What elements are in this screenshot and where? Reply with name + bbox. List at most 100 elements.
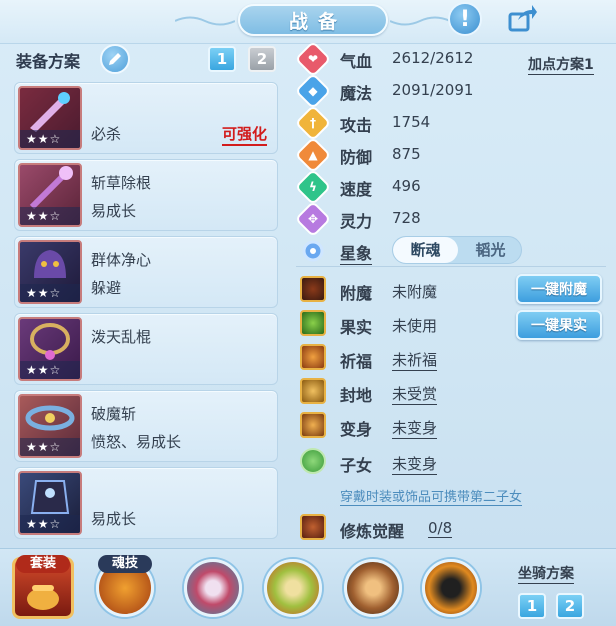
astro-link[interactable]: 星象 (340, 240, 373, 265)
fruit-value: 未使用 (392, 317, 438, 335)
stat-row-spirit: ✥ 灵力 728 (292, 200, 612, 238)
enchant-value: 未附魔 (392, 283, 438, 301)
stat-row-hp: ❤ 气血 2612/2612 加点方案1 (292, 40, 612, 78)
stats-panel: ❤ 气血 2612/2612 加点方案1 ◆ 魔法 2091/2091 † 攻击… (292, 40, 612, 550)
heart-glyph: ❤ (307, 52, 319, 66)
info-button[interactable]: ! (448, 2, 482, 36)
lightning-glyph: ϟ (309, 180, 317, 194)
skill-slot-1[interactable] (182, 557, 244, 619)
equip-slot-2[interactable]: ★★☆ 斩草除根 易成长 (14, 159, 278, 231)
child-value[interactable]: 未变身 (392, 453, 438, 475)
right-cloud-ornament (390, 16, 450, 26)
equip-name: 群体净心 (91, 251, 152, 269)
equip-effect: 必杀 (91, 125, 122, 143)
left-cloud-ornament (175, 16, 235, 26)
mount-scheme-tab-1[interactable]: 1 (518, 593, 546, 619)
equipment-list: ★★☆ 必杀 可强化 ★★☆ 斩草除根 易成长 ★★☆ 群体净心 躲避 ★★☆ … (14, 82, 278, 544)
sword-glyph: † (310, 116, 316, 130)
mace-icon: ★★☆ (18, 163, 82, 227)
astro-option-duanhun[interactable]: 断魂 (393, 237, 458, 263)
cultivate-row: 修炼觉醒 0/8 (292, 510, 612, 544)
stat-row-attack: † 攻击 1754 (292, 104, 612, 142)
fief-value[interactable]: 未受赏 (392, 383, 438, 405)
skill-slot-2[interactable] (262, 557, 324, 619)
title-bar: 战备 ! (0, 0, 616, 44)
stat-value: 496 (392, 177, 421, 195)
skill-slot-3[interactable] (342, 557, 404, 619)
one-click-fruit-button[interactable]: 一键果实 (516, 310, 602, 340)
equip-slot-4[interactable]: ★★☆ 泼天乱棍 (14, 313, 278, 385)
stat-name: 气血 (340, 52, 373, 71)
page-title: 战备 (238, 4, 388, 36)
stat-value: 728 (392, 209, 421, 227)
mount-scheme-tab-2[interactable]: 2 (556, 593, 584, 619)
fruit-name: 果实 (340, 318, 373, 337)
stat-name: 防御 (340, 148, 373, 167)
stat-name: 速度 (340, 180, 373, 199)
soul-skill-button[interactable]: 魂技 (94, 555, 156, 619)
equipment-panel: 装备方案 1 2 ★★☆ 必杀 可强化 ★★☆ 斩草除根 易成长 ★★☆ 群体净… (8, 40, 288, 540)
helmet-icon: ★★☆ (18, 240, 82, 304)
astro-row: 星象 断魂 韬光 (292, 236, 612, 266)
spin-skill-icon (184, 559, 242, 617)
star-sign-icon (302, 240, 324, 262)
transform-value[interactable]: 未变身 (392, 417, 438, 439)
equip-effect: 易成长 (91, 202, 137, 220)
fief-name: 封地 (340, 386, 373, 405)
transform-row: 变身 未变身 (292, 408, 612, 442)
enchant-icon (300, 276, 326, 302)
stat-row-mp: ◆ 魔法 2091/2091 (292, 72, 612, 110)
equip-effect: 愤怒、易成长 (91, 433, 182, 451)
stat-name: 灵力 (340, 212, 373, 231)
mount-scheme-link[interactable]: 坐骑方案 (518, 563, 574, 584)
stat-row-defense: ▲ 防御 875 (292, 136, 612, 174)
equip-effect: 易成长 (91, 510, 137, 528)
second-child-hint-link[interactable]: 穿戴时装或饰品可携带第二子女 (340, 486, 523, 506)
set-button[interactable]: 套装 (12, 555, 74, 619)
set-label: 套装 (16, 555, 70, 573)
fief-icon (300, 378, 326, 404)
skill-slot-4[interactable] (420, 557, 482, 619)
star-rating: ★★☆ (20, 438, 80, 456)
equip-scheme-label: 装备方案 (16, 52, 81, 71)
star-rating: ★★☆ (20, 361, 80, 379)
stat-value: 1754 (392, 113, 431, 131)
blessing-value[interactable]: 未祈福 (392, 349, 438, 371)
stat-value: 875 (392, 145, 421, 163)
shield-glyph: ◆ (308, 84, 318, 98)
equip-effect: 躲避 (91, 279, 122, 297)
blessing-row: 祈福 未祈福 (292, 340, 612, 374)
astro-option-taoguang[interactable]: 韬光 (458, 237, 521, 263)
spirit-glyph: ✥ (307, 212, 319, 226)
shadow-skill-icon (422, 559, 480, 617)
star-rating: ★★☆ (20, 207, 80, 225)
cultivate-name: 修炼觉醒 (340, 522, 405, 541)
alloc-scheme-link[interactable]: 加点方案1 (528, 54, 594, 75)
bottom-bar: 套装 魂技 坐骑方案 1 2 (0, 548, 616, 626)
divider (296, 266, 606, 267)
one-click-enchant-button[interactable]: 一键附魔 (516, 274, 602, 304)
child-icon (300, 448, 326, 474)
star-rating: ★★☆ (20, 284, 80, 302)
strike-skill-icon (344, 559, 402, 617)
share-button[interactable] (504, 2, 538, 36)
equip-slot-weapon[interactable]: ★★☆ 必杀 可强化 (14, 82, 278, 154)
exclamation-icon: ! (459, 6, 471, 32)
upgradeable-link[interactable]: 可强化 (221, 123, 267, 146)
star-rating: ★★☆ (20, 130, 80, 148)
cultivate-value[interactable]: 0/8 (428, 519, 453, 538)
share-icon (508, 5, 537, 32)
equip-scheme-tab-1[interactable]: 1 (208, 46, 236, 72)
edit-scheme-button[interactable] (100, 44, 130, 74)
equip-slot-6[interactable]: ★★☆ 易成长 (14, 467, 278, 539)
stat-name: 魔法 (340, 84, 373, 103)
fruit-icon (300, 310, 326, 336)
equip-name: 斩草除根 (91, 174, 152, 192)
transform-name: 变身 (340, 420, 373, 439)
equip-slot-5[interactable]: ★★☆ 破魔斩 愤怒、易成长 (14, 390, 278, 462)
stat-value: 2091/2091 (392, 81, 474, 99)
child-name: 子女 (340, 456, 373, 475)
belt-icon: ★★☆ (18, 394, 82, 458)
equip-slot-3[interactable]: ★★☆ 群体净心 躲避 (14, 236, 278, 308)
equip-scheme-tab-2[interactable]: 2 (248, 46, 276, 72)
